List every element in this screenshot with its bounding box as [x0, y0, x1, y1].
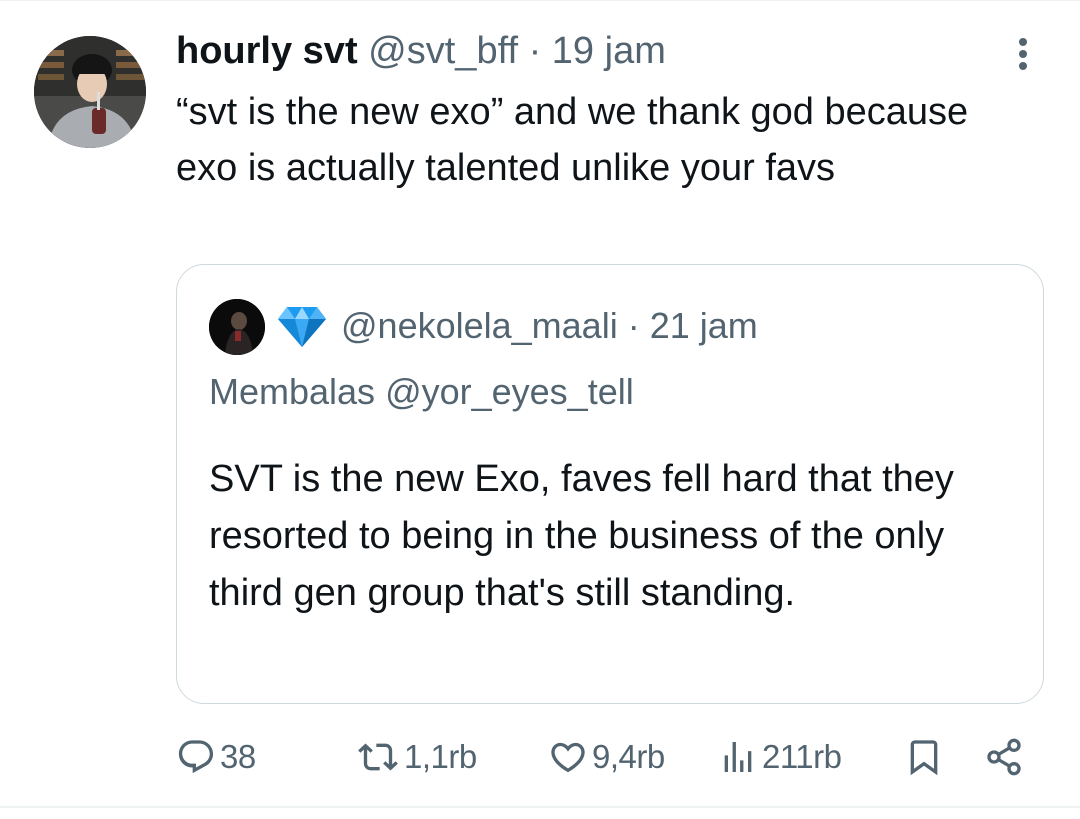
author-name[interactable]: hourly svt: [176, 30, 358, 72]
bookmark-button[interactable]: [904, 732, 944, 782]
reply-count: 38: [220, 738, 256, 775]
views-count: 211rb: [762, 738, 842, 775]
share-button[interactable]: [984, 732, 1024, 782]
quoted-replying-to: Membalas @yor_eyes_tell: [209, 371, 634, 412]
quoted-avatar-photo: [209, 299, 265, 355]
quoted-tweet-text: SVT is the new Exo, faves fell hard that…: [209, 458, 954, 614]
quoted-tweet-card[interactable]: @nekolela_maali · 21 jam Membalas @yor_e…: [176, 264, 1044, 704]
quoted-author-avatar[interactable]: [209, 299, 265, 355]
retweet-count: 1,1rb: [404, 738, 477, 775]
reply-icon: [178, 740, 214, 774]
quoted-header: @nekolela_maali · 21 jam: [341, 303, 758, 349]
tweet-header: hourly svt @svt_bff · 19 jam: [176, 28, 666, 74]
reply-button[interactable]: 38: [176, 732, 256, 782]
retweet-button[interactable]: 1,1rb: [356, 732, 477, 782]
author-handle[interactable]: @svt_bff: [368, 30, 518, 72]
quoted-time[interactable]: 21 jam: [650, 305, 758, 346]
more-options-icon[interactable]: [1008, 36, 1038, 72]
like-button[interactable]: 9,4rb: [548, 732, 665, 782]
quoted-handle[interactable]: @nekolela_maali: [341, 305, 618, 346]
like-count: 9,4rb: [592, 738, 665, 775]
avatar-photo: [34, 36, 146, 148]
retweet-icon: [358, 743, 398, 771]
top-divider: [0, 0, 1080, 1]
share-icon: [987, 738, 1021, 776]
author-avatar[interactable]: [34, 36, 146, 148]
quoted-separator: ·: [627, 305, 640, 346]
tweet-text: “svt is the new exo” and we thank god be…: [176, 91, 969, 189]
bookmark-icon: [910, 740, 938, 776]
tweet-time[interactable]: 19 jam: [552, 30, 666, 72]
views-chart-icon: [724, 742, 752, 772]
views-button[interactable]: 211rb: [718, 732, 842, 782]
bottom-divider: [0, 806, 1080, 808]
diamond-icon: [277, 305, 327, 349]
heart-icon: [551, 742, 585, 773]
header-separator: ·: [528, 30, 542, 72]
